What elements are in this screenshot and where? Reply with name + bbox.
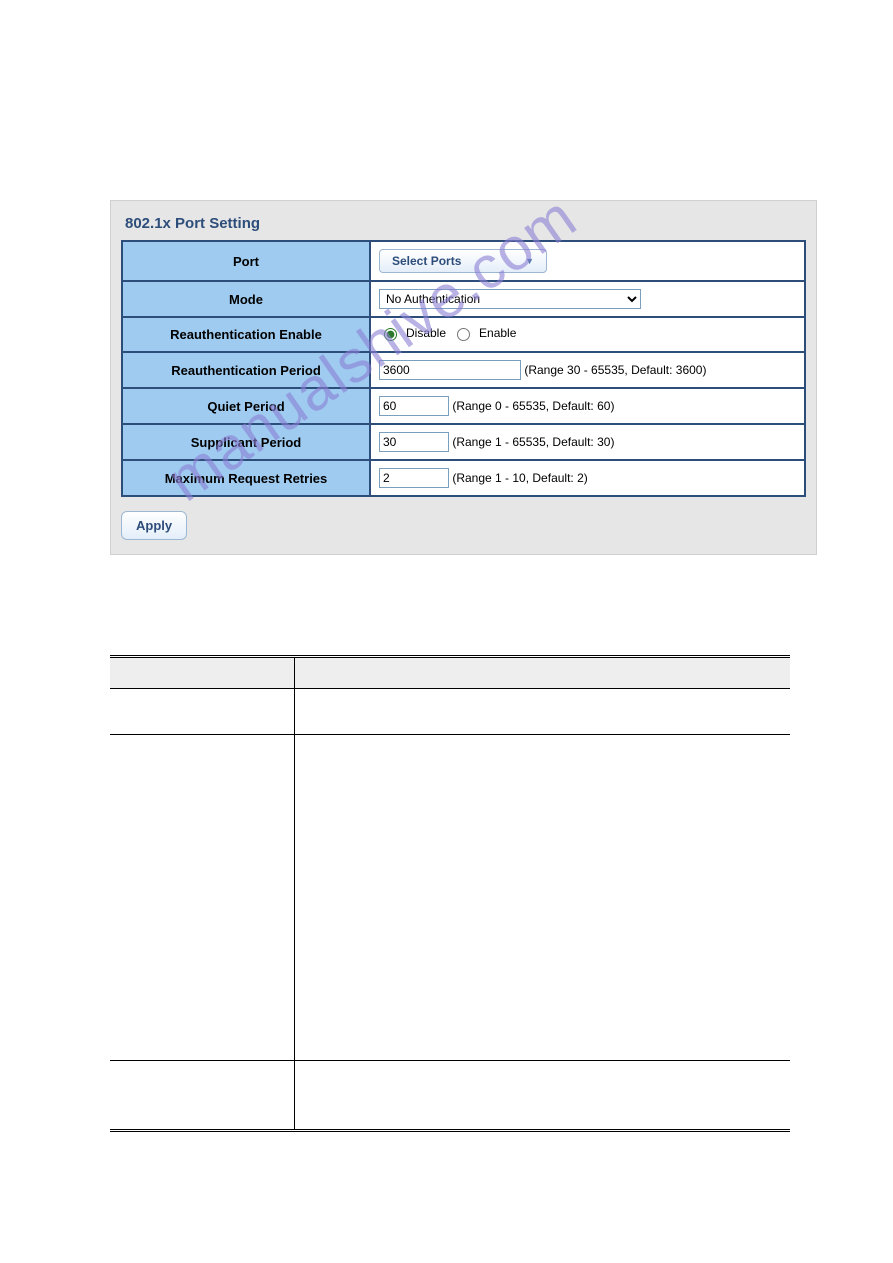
table-cell-right <box>295 1061 791 1131</box>
apply-button[interactable]: Apply <box>121 511 187 540</box>
mode-label: Mode <box>122 281 370 317</box>
supplicant-period-input[interactable] <box>379 432 449 452</box>
supplicant-period-label: Supplicant Period <box>122 424 370 460</box>
mode-select[interactable]: No Authentication <box>379 289 641 309</box>
table-row <box>110 689 790 735</box>
reauth-period-input[interactable] <box>379 360 521 380</box>
reauth-enable-label: Reauthentication Enable <box>122 317 370 352</box>
table-row <box>110 735 790 1061</box>
max-retries-label: Maximum Request Retries <box>122 460 370 496</box>
max-retries-note: (Range 1 - 10, Default: 2) <box>452 471 587 485</box>
port-label: Port <box>122 241 370 281</box>
enable-text: Enable <box>479 326 516 340</box>
select-ports-button[interactable]: Select Ports ▼ <box>379 249 547 273</box>
table-cell-left <box>110 1061 295 1131</box>
disable-text: Disable <box>406 326 446 340</box>
select-ports-label: Select Ports <box>392 254 461 268</box>
reauth-period-note: (Range 30 - 65535, Default: 3600) <box>524 363 706 377</box>
table-row <box>110 1061 790 1131</box>
doc-header-left <box>110 657 295 689</box>
table-cell-right <box>295 735 791 1061</box>
settings-table: Port Select Ports ▼ Mode No Authenticati… <box>121 240 806 497</box>
reauth-disable-radio[interactable] <box>384 328 397 341</box>
panel-title: 802.1x Port Setting <box>121 211 806 240</box>
doc-header-right <box>295 657 791 689</box>
quiet-period-label: Quiet Period <box>122 388 370 424</box>
max-retries-input[interactable] <box>379 468 449 488</box>
reauth-enable-radio[interactable] <box>457 328 470 341</box>
doc-description-table <box>110 655 790 1132</box>
table-cell-right <box>295 689 791 735</box>
table-cell-left <box>110 689 295 735</box>
table-cell-left <box>110 735 295 1061</box>
doc-table-header-row <box>110 657 790 689</box>
port-setting-panel: 802.1x Port Setting Port Select Ports ▼ … <box>110 200 817 555</box>
chevron-down-icon: ▼ <box>525 256 534 266</box>
quiet-period-input[interactable] <box>379 396 449 416</box>
reauth-period-label: Reauthentication Period <box>122 352 370 388</box>
quiet-period-note: (Range 0 - 65535, Default: 60) <box>452 399 614 413</box>
supplicant-period-note: (Range 1 - 65535, Default: 30) <box>452 435 614 449</box>
